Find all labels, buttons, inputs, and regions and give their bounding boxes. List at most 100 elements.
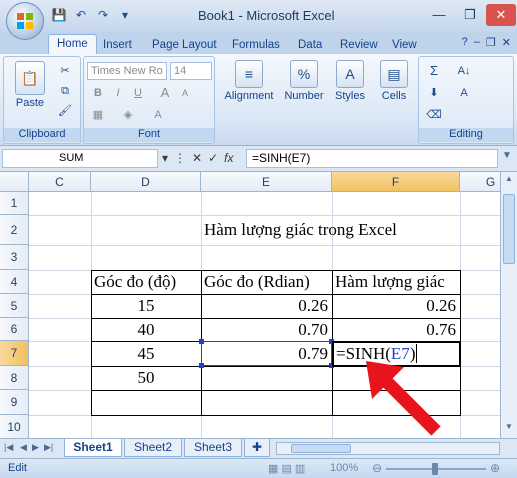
expand-formula-bar-icon[interactable]: ▼ — [502, 150, 512, 161]
sheet-tab-sheet2[interactable]: Sheet2 — [124, 439, 182, 457]
tab-home[interactable]: Home — [48, 34, 97, 55]
expand-dots-icon[interactable]: ⋮ — [174, 149, 186, 168]
name-box-dropdown-icon[interactable]: ▾ — [162, 149, 168, 168]
format-painter-icon[interactable]: 🖌 — [56, 103, 74, 119]
styles-button[interactable]: A Styles — [330, 60, 370, 102]
close-workbook-icon[interactable]: ✕ — [502, 36, 511, 49]
scroll-down-icon[interactable]: ▼ — [503, 422, 515, 436]
cancel-icon[interactable]: ✕ — [192, 149, 202, 168]
row-header-4[interactable]: 4 — [0, 270, 29, 294]
cut-icon[interactable]: ✂ — [56, 63, 74, 79]
autosum-button[interactable]: Σ — [425, 63, 443, 79]
italic-button[interactable]: I — [109, 85, 127, 101]
tab-data[interactable]: Data — [298, 36, 322, 54]
row-header-5[interactable]: 5 — [0, 294, 29, 318]
save-icon[interactable]: 💾 — [50, 7, 68, 23]
alignment-button[interactable]: ≡ Alignment — [220, 60, 278, 102]
minimize-ribbon-icon[interactable]: – — [474, 36, 480, 49]
tab-view[interactable]: View — [392, 36, 417, 54]
font-size-combo[interactable]: 14 — [170, 62, 212, 80]
tab-page-layout[interactable]: Page Layout — [152, 36, 217, 54]
clear-icon[interactable]: ⌫ — [425, 107, 443, 123]
shrink-font-button[interactable]: A — [176, 85, 194, 101]
office-button[interactable] — [6, 2, 44, 40]
row-header-8[interactable]: 8 — [0, 366, 29, 390]
font-color-icon[interactable]: A — [149, 107, 167, 123]
group-label-editing: Editing — [419, 128, 513, 142]
horizontal-scrollbar[interactable] — [276, 442, 500, 455]
column-header-c[interactable]: C — [29, 172, 91, 192]
sheet-tab-sheet3[interactable]: Sheet3 — [184, 439, 242, 457]
select-all-corner[interactable] — [0, 172, 29, 192]
borders-icon[interactable]: ▦ — [89, 107, 107, 123]
enter-icon[interactable]: ✓ — [208, 149, 218, 168]
fill-icon[interactable]: ⬇ — [425, 85, 443, 101]
formula-input[interactable]: =SINH(E7) — [246, 149, 498, 168]
cell-f6[interactable]: 0.76 — [332, 318, 456, 342]
cell-e5[interactable]: 0.26 — [201, 294, 328, 318]
minimize-button[interactable]: — — [424, 4, 454, 26]
scroll-thumb[interactable] — [503, 194, 515, 264]
next-sheet-icon[interactable]: ▶ — [32, 442, 39, 453]
header-cell-trig-function[interactable]: Hàm lượng giác — [335, 270, 445, 294]
zoom-slider-knob[interactable] — [432, 463, 438, 475]
insert-sheet-icon[interactable]: ✚ — [244, 439, 270, 457]
close-button[interactable]: ✕ — [486, 4, 516, 26]
cell-d5[interactable]: 15 — [91, 294, 201, 318]
undo-icon[interactable]: ↶ — [72, 7, 90, 23]
vertical-scrollbar[interactable]: ▲ ▼ — [500, 172, 517, 438]
insert-function-icon[interactable]: fx — [224, 149, 233, 168]
sheet-title-cell[interactable]: Hàm lượng giác trong Excel — [204, 218, 397, 242]
cell-e7[interactable]: 0.79 — [201, 342, 328, 366]
cells-button[interactable]: ▤ Cells — [374, 60, 414, 102]
tab-formulas[interactable]: Formulas — [232, 36, 280, 54]
font-name-combo[interactable]: Times New Ro — [87, 62, 167, 80]
restore-icon[interactable]: ❐ — [486, 36, 496, 49]
customize-qat-icon[interactable]: ▾ — [116, 7, 134, 23]
zoom-out-icon[interactable]: ⊖ — [372, 461, 382, 475]
tab-review[interactable]: Review — [340, 36, 378, 54]
h-scroll-thumb[interactable] — [291, 444, 351, 453]
grow-font-button[interactable]: A — [156, 85, 174, 101]
zoom-level[interactable]: 100% — [330, 462, 358, 474]
prev-sheet-icon[interactable]: ◀ — [20, 442, 27, 453]
tab-insert[interactable]: Insert — [103, 36, 132, 54]
maximize-button[interactable]: ❐ — [455, 4, 485, 26]
cell-d6[interactable]: 40 — [91, 318, 201, 342]
underline-button[interactable]: U — [129, 85, 147, 101]
help-icon[interactable]: ? — [462, 36, 468, 49]
row-header-3[interactable]: 3 — [0, 245, 29, 270]
zoom-in-icon[interactable]: ⊕ — [490, 461, 500, 475]
redo-icon[interactable]: ↷ — [94, 7, 112, 23]
name-box[interactable]: SUM — [2, 149, 158, 168]
cell-d8[interactable]: 50 — [91, 366, 201, 390]
paste-button[interactable]: 📋 Paste — [10, 61, 50, 109]
row-header-1[interactable]: 1 — [0, 192, 29, 215]
find-select-button[interactable]: A — [455, 85, 473, 101]
styles-icon: A — [336, 60, 364, 88]
last-sheet-icon[interactable]: ▶| — [44, 442, 53, 453]
column-header-d[interactable]: D — [91, 172, 201, 192]
row-header-9[interactable]: 9 — [0, 390, 29, 415]
column-header-f[interactable]: F — [332, 172, 460, 192]
row-header-2[interactable]: 2 — [0, 215, 29, 245]
percent-icon: % — [290, 60, 318, 88]
sort-filter-button[interactable]: A↓ — [455, 63, 473, 79]
column-header-e[interactable]: E — [201, 172, 332, 192]
sheet-tab-sheet1[interactable]: Sheet1 — [64, 439, 122, 457]
view-buttons[interactable]: ▦ ▤ ▥ — [268, 462, 305, 475]
row-header-7[interactable]: 7 — [0, 341, 29, 366]
header-cell-degrees[interactable]: Góc đo (độ) — [94, 270, 176, 294]
bold-button[interactable]: B — [89, 85, 107, 101]
number-button[interactable]: % Number — [280, 60, 328, 102]
scroll-up-icon[interactable]: ▲ — [503, 174, 515, 188]
fill-color-icon[interactable]: ◈ — [119, 107, 137, 123]
first-sheet-icon[interactable]: |◀ — [4, 442, 13, 453]
cell-d7[interactable]: 45 — [91, 342, 201, 366]
cell-f5[interactable]: 0.26 — [332, 294, 456, 318]
row-header-10[interactable]: 10 — [0, 415, 29, 438]
cell-e6[interactable]: 0.70 — [201, 318, 328, 342]
row-header-6[interactable]: 6 — [0, 318, 29, 341]
header-cell-radians[interactable]: Góc đo (Rdian) — [204, 270, 310, 294]
copy-icon[interactable]: ⧉ — [56, 83, 74, 99]
